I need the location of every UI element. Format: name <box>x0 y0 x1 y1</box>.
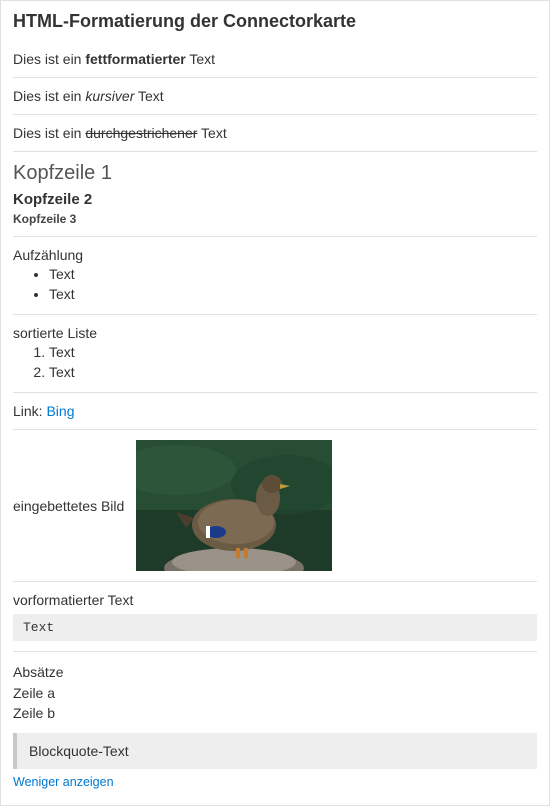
list-item: Text <box>49 285 537 305</box>
headers-row: Kopfzeile 1 Kopfzeile 2 Kopfzeile 3 <box>13 152 537 237</box>
connector-card: HTML-Formatierung der Connectorkarte Die… <box>0 0 550 806</box>
list-item: Text <box>49 265 537 285</box>
image-label: eingebettetes Bild <box>13 498 124 514</box>
italic-pre: Dies ist ein <box>13 88 85 104</box>
italic-text-row: Dies ist ein kursiver Text <box>13 78 537 115</box>
embedded-image <box>136 440 332 571</box>
bold-text-row: Dies ist ein fettformatierter Text <box>13 41 537 78</box>
paragraphs-label: Absätze <box>13 662 537 682</box>
italic-post: Text <box>134 88 163 104</box>
link-bing[interactable]: Bing <box>46 403 74 419</box>
unordered-list: Text Text <box>13 265 537 304</box>
paragraph-line-b: Zeile b <box>13 703 537 723</box>
bold-pre: Dies ist ein <box>13 51 85 67</box>
blockquote: Blockquote-Text <box>13 733 537 769</box>
bold-post: Text <box>186 51 215 67</box>
list-item: Text <box>49 363 537 383</box>
header-1: Kopfzeile 1 <box>13 162 537 185</box>
paragraphs-row: Absätze Zeile a Zeile b <box>13 652 537 723</box>
card-content: Dies ist ein fettformatierter Text Dies … <box>1 41 549 805</box>
ordered-list-row: sortierte Liste Text Text <box>13 315 537 393</box>
strike-text-row: Dies ist ein durchgestrichener Text <box>13 115 537 152</box>
preformatted-label: vorformatierter Text <box>13 592 537 608</box>
header-3: Kopfzeile 3 <box>13 212 537 226</box>
strike-word: durchgestrichener <box>85 125 197 141</box>
duck-icon <box>136 440 332 571</box>
header-2: Kopfzeile 2 <box>13 191 537 208</box>
strike-pre: Dies ist ein <box>13 125 85 141</box>
show-less-link[interactable]: Weniger anzeigen <box>13 769 537 799</box>
ulist-label: Aufzählung <box>13 247 537 263</box>
bold-word: fettformatierter <box>85 51 185 67</box>
olist-label: sortierte Liste <box>13 325 537 341</box>
ordered-list: Text Text <box>13 343 537 382</box>
preformatted-row: vorformatierter Text Text <box>13 582 537 652</box>
link-label: Link: <box>13 403 46 419</box>
italic-word: kursiver <box>85 88 134 104</box>
card-title: HTML-Formatierung der Connectorkarte <box>1 1 549 41</box>
paragraph-line-a: Zeile a <box>13 683 537 703</box>
preformatted-block: Text <box>13 614 537 641</box>
link-row: Link: Bing <box>13 393 537 430</box>
list-item: Text <box>49 343 537 363</box>
image-row: eingebettetes Bild <box>13 430 537 582</box>
unordered-list-row: Aufzählung Text Text <box>13 237 537 315</box>
strike-post: Text <box>197 125 226 141</box>
